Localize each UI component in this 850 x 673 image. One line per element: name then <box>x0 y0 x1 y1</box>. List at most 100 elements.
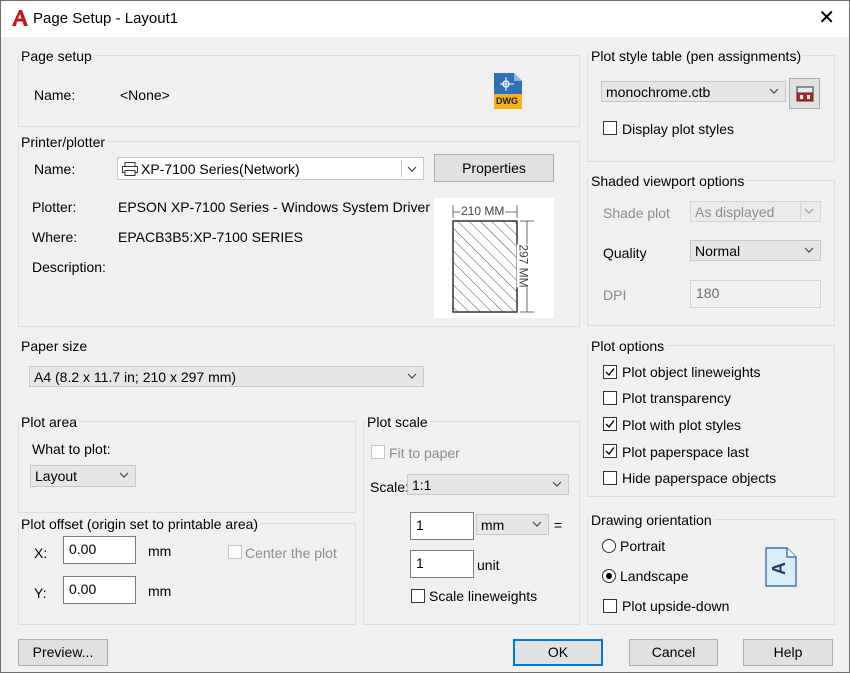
scale-top-input[interactable]: 1 <box>410 512 474 540</box>
page-setup-name-label: Name: <box>34 87 76 103</box>
page-setup-name-value: <None> <box>120 87 170 103</box>
plot-area-title: Plot area <box>19 414 80 430</box>
scale-equals: = <box>554 517 563 533</box>
landscape-page-icon: A <box>765 547 797 587</box>
dpi-input[interactable]: 180 <box>690 280 821 308</box>
checkmark-icon <box>605 447 615 456</box>
shade-plot-select[interactable]: As displayed <box>690 201 821 222</box>
dwg-file-icon: DWG <box>492 72 524 110</box>
chevron-down-icon <box>804 208 814 214</box>
printer-name-label: Name: <box>34 161 76 177</box>
quality-select[interactable]: Normal <box>690 240 821 261</box>
scale-select[interactable]: 1:1 <box>407 474 569 495</box>
page-setup-dialog: Page Setup - Layout1 ✕ Page setup Name: … <box>0 0 850 673</box>
plotter-value: EPSON XP-7100 Series - Windows System Dr… <box>118 199 462 215</box>
portrait-label: Portrait <box>620 538 666 554</box>
scale-unit-label: unit <box>477 557 500 573</box>
scale-lineweights-checkbox[interactable] <box>411 589 425 603</box>
offset-y-input[interactable]: 0.00 <box>63 576 136 604</box>
checkmark-icon <box>605 420 615 429</box>
plot-paperspace-last-checkbox[interactable] <box>603 444 617 458</box>
what-to-plot-select[interactable]: Layout <box>30 465 136 487</box>
scale-value: 1:1 <box>412 477 432 493</box>
scale-bottom-input[interactable]: 1 <box>410 550 474 578</box>
landscape-label: Landscape <box>620 568 689 584</box>
display-plot-styles-checkbox[interactable] <box>603 121 617 135</box>
plot-lineweights-checkbox[interactable] <box>603 365 617 379</box>
chevron-down-icon <box>769 88 779 94</box>
shade-plot-label: Shade plot <box>603 205 670 221</box>
checkmark-icon <box>605 368 615 377</box>
chevron-down-icon <box>532 521 542 527</box>
title-bar: Page Setup - Layout1 ✕ <box>1 1 849 37</box>
printer-combo-divider <box>401 160 402 177</box>
paper-size-title: Paper size <box>19 338 90 354</box>
orientation-icon-letter: A <box>769 562 789 575</box>
preview-width-label: 210 MM <box>460 204 506 218</box>
plot-style-editor-icon <box>796 86 814 102</box>
paper-size-value: A4 (8.2 x 11.7 in; 210 x 297 mm) <box>34 369 237 385</box>
what-to-plot-value: Layout <box>35 468 78 484</box>
plot-lineweights-label: Plot object lineweights <box>622 364 761 380</box>
properties-button[interactable]: Properties <box>434 154 554 182</box>
offset-y-label: Y: <box>34 585 47 601</box>
plot-transparency-checkbox[interactable] <box>603 391 617 405</box>
quality-value: Normal <box>695 243 741 259</box>
cancel-button[interactable]: Cancel <box>629 639 718 666</box>
edit-plot-style-button[interactable] <box>789 78 820 109</box>
description-label: Description: <box>32 259 106 275</box>
offset-x-label: X: <box>34 545 48 561</box>
paper-preview: 210 MM 297 MM <box>434 198 554 318</box>
plot-offset-title: Plot offset (origin set to printable are… <box>19 516 261 532</box>
preview-button[interactable]: Preview... <box>18 639 108 666</box>
center-plot-label: Center the plot <box>245 545 337 561</box>
landscape-radio[interactable] <box>602 569 616 583</box>
hide-paperspace-checkbox[interactable] <box>603 471 617 485</box>
printer-plotter-title: Printer/plotter <box>19 134 108 150</box>
shade-plot-value: As displayed <box>695 204 775 220</box>
window-title: Page Setup - Layout1 <box>33 10 179 27</box>
offset-x-unit: mm <box>148 543 172 559</box>
plot-with-styles-checkbox[interactable] <box>603 417 617 431</box>
dwg-icon-label: DWG <box>496 96 518 106</box>
autocad-logo-icon <box>12 10 28 26</box>
what-to-plot-label: What to plot: <box>32 441 111 457</box>
plot-options-title: Plot options <box>589 338 667 354</box>
plotter-label: Plotter: <box>32 199 77 215</box>
where-label: Where: <box>32 229 78 245</box>
upside-down-checkbox[interactable] <box>603 599 617 613</box>
center-plot-checkbox[interactable] <box>228 545 242 559</box>
chevron-down-icon <box>804 247 814 253</box>
shade-combo-divider <box>800 203 801 220</box>
help-button[interactable]: Help <box>743 639 833 666</box>
shaded-viewport-title: Shaded viewport options <box>589 173 747 189</box>
radio-selected-dot <box>606 573 612 579</box>
offset-y-unit: mm <box>148 583 172 599</box>
quality-label: Quality <box>603 245 647 261</box>
plot-style-value: monochrome.ctb <box>606 84 711 100</box>
drawing-orientation-title: Drawing orientation <box>589 512 714 528</box>
scale-unit-value: mm <box>481 517 505 533</box>
where-value: EPACB3B5:XP-7100 SERIES <box>118 229 303 245</box>
upside-down-label: Plot upside-down <box>622 598 730 614</box>
dpi-label: DPI <box>603 287 627 303</box>
plot-transparency-label: Plot transparency <box>622 390 731 406</box>
printer-name-select[interactable]: XP-7100 Series(Network) <box>117 157 424 180</box>
fit-to-paper-checkbox[interactable] <box>371 445 385 459</box>
plot-scale-title: Plot scale <box>365 414 430 430</box>
chevron-down-icon <box>552 481 562 487</box>
portrait-radio[interactable] <box>602 539 616 553</box>
scale-lineweights-label: Scale lineweights <box>429 588 538 604</box>
plot-paperspace-last-label: Plot paperspace last <box>622 444 749 460</box>
paper-size-select[interactable]: A4 (8.2 x 11.7 in; 210 x 297 mm) <box>29 366 424 387</box>
offset-x-input[interactable]: 0.00 <box>63 536 136 564</box>
printer-icon <box>122 162 138 176</box>
display-plot-styles-label: Display plot styles <box>622 121 735 137</box>
ok-button[interactable]: OK <box>513 639 603 666</box>
plot-style-select[interactable]: monochrome.ctb <box>601 81 786 102</box>
close-icon[interactable]: ✕ <box>818 8 835 28</box>
plot-with-styles-label: Plot with plot styles <box>622 417 742 433</box>
hide-paperspace-label: Hide paperspace objects <box>622 470 777 486</box>
scale-unit-select[interactable]: mm <box>476 514 549 535</box>
printer-name-value: XP-7100 Series(Network) <box>141 161 300 177</box>
